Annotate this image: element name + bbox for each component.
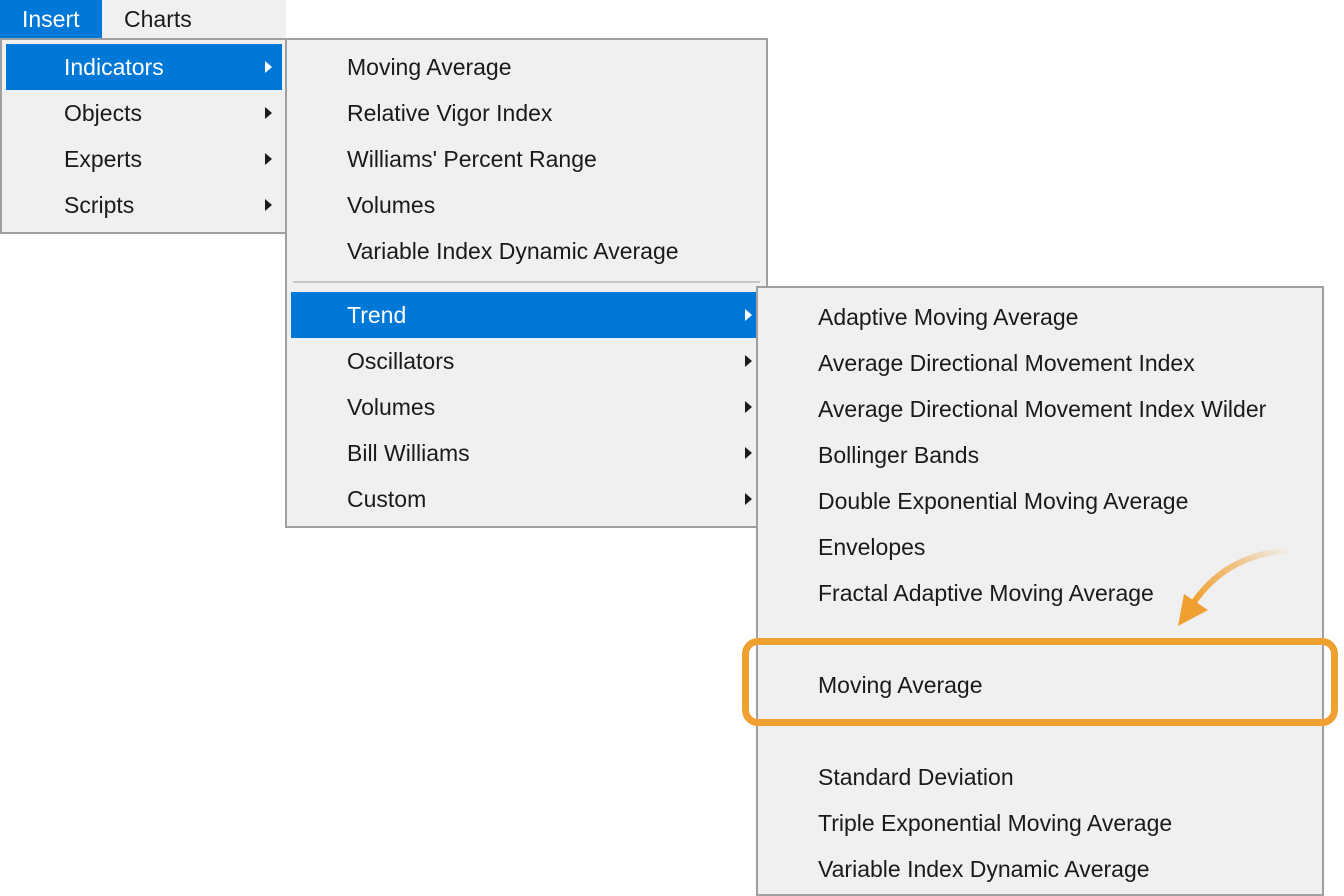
menu-item-label: Bill Williams — [347, 440, 470, 466]
menu-item-indicators[interactable]: Indicators — [6, 44, 282, 90]
menu-item-bill-williams[interactable]: Bill Williams — [291, 430, 762, 476]
menu-item-volumes-category[interactable]: Volumes — [291, 384, 762, 430]
menu-item-label: Objects — [64, 100, 142, 126]
menu-item-label: Scripts — [64, 192, 135, 218]
menu-item-label: Triple Exponential Moving Average — [818, 810, 1173, 836]
menu-item-variable-index-dynamic-average[interactable]: Variable Index Dynamic Average — [291, 228, 762, 274]
menu-item-tema[interactable]: Triple Exponential Moving Average — [762, 800, 1318, 846]
menu-item-label: Moving Average — [347, 54, 512, 80]
submenu-arrow-icon — [265, 61, 272, 73]
menu-item-label: Average Directional Movement Index — [818, 350, 1195, 376]
indicators-submenu: Moving Average Relative Vigor Index Will… — [285, 38, 768, 528]
insert-dropdown: Indicators Objects Experts Scripts — [0, 38, 288, 234]
menu-item-label: Average Directional Movement Index Wilde… — [818, 396, 1267, 422]
menu-item-label: Envelopes — [818, 534, 926, 560]
menu-separator — [293, 281, 760, 283]
menu-item-bollinger-bands[interactable]: Bollinger Bands — [762, 432, 1318, 478]
menu-item-label: Standard Deviation — [818, 764, 1014, 790]
callout-arrow-icon — [1178, 547, 1295, 626]
menu-item-label: Adaptive Moving Average — [818, 304, 1079, 330]
menu-item-objects[interactable]: Objects — [6, 90, 282, 136]
menu-item-label: Williams' Percent Range — [347, 146, 597, 172]
menu-item-williams-percent-range[interactable]: Williams' Percent Range — [291, 136, 762, 182]
submenu-arrow-icon — [745, 309, 752, 321]
submenu-arrow-icon — [265, 153, 272, 165]
menu-item-relative-vigor-index[interactable]: Relative Vigor Index — [291, 90, 762, 136]
menu-item-label: Trend — [347, 302, 407, 328]
menu-item-dema[interactable]: Double Exponential Moving Average — [762, 478, 1318, 524]
menu-item-adx-wilder[interactable]: Average Directional Movement Index Wilde… — [762, 386, 1318, 432]
menu-item-label: Experts — [64, 146, 142, 172]
menu-item-label: Custom — [347, 486, 427, 512]
highlight-frame — [742, 638, 1338, 726]
menu-item-label: Relative Vigor Index — [347, 100, 553, 126]
menu-item-trend[interactable]: Trend — [291, 292, 762, 338]
submenu-arrow-icon — [745, 493, 752, 505]
submenu-arrow-icon — [745, 401, 752, 413]
menu-item-label: Volumes — [347, 192, 436, 218]
menu-item-scripts[interactable]: Scripts — [6, 182, 282, 228]
menu-item-adaptive-moving-average[interactable]: Adaptive Moving Average — [762, 294, 1318, 340]
menu-insert[interactable]: Insert — [0, 0, 102, 38]
menu-item-label: Fractal Adaptive Moving Average — [818, 580, 1154, 606]
menu-item-moving-average[interactable]: Moving Average — [291, 44, 762, 90]
menu-item-label: Bollinger Bands — [818, 442, 980, 468]
menu-item-custom[interactable]: Custom — [291, 476, 762, 522]
menu-item-label: Oscillators — [347, 348, 455, 374]
menu-item-label: Variable Index Dynamic Average — [347, 238, 679, 264]
menu-charts[interactable]: Charts — [102, 0, 214, 38]
menu-item-standard-deviation[interactable]: Standard Deviation — [762, 754, 1318, 800]
menu-item-experts[interactable]: Experts — [6, 136, 282, 182]
submenu-arrow-icon — [265, 199, 272, 211]
menu-item-vidya[interactable]: Variable Index Dynamic Average — [762, 846, 1318, 892]
submenu-arrow-icon — [745, 447, 752, 459]
menu-item-oscillators[interactable]: Oscillators — [291, 338, 762, 384]
submenu-arrow-icon — [745, 355, 752, 367]
menu-item-label: Double Exponential Moving Average — [818, 488, 1189, 514]
menu-item-label: Volumes — [347, 394, 436, 420]
menu-item-adx[interactable]: Average Directional Movement Index — [762, 340, 1318, 386]
menu-bar: Insert Charts — [0, 0, 286, 38]
menu-item-label: Variable Index Dynamic Average — [818, 856, 1150, 882]
menu-item-label: Indicators — [64, 54, 164, 80]
submenu-arrow-icon — [265, 107, 272, 119]
menu-item-volumes[interactable]: Volumes — [291, 182, 762, 228]
